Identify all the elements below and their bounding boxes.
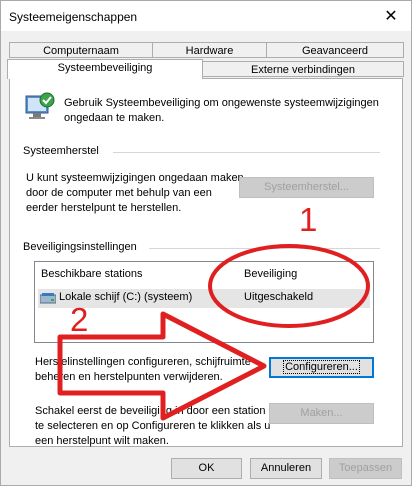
ok-button[interactable]: OK <box>171 458 242 479</box>
create-button[interactable]: Maken... <box>269 403 374 424</box>
intro-line-1: Gebruik Systeembeveiliging om ongewenste… <box>64 97 379 109</box>
tab-geavanceerd[interactable]: Geavanceerd <box>266 42 404 58</box>
configure-desc-1: Herstelinstellingen configureren, schijf… <box>35 356 251 368</box>
create-desc-3: een herstelpunt wilt maken. <box>35 435 169 447</box>
restore-divider <box>113 152 380 153</box>
system-properties-window: Systeemeigenschappen ✕ Computernaam Hard… <box>0 0 412 486</box>
hard-drive-icon <box>40 293 56 304</box>
annotation-number-1: 1 <box>299 201 318 238</box>
configure-desc-2: beheren en herstelpunten verwijderen. <box>35 371 223 383</box>
create-desc-2: te selecteren en op Configureren te klik… <box>35 420 271 432</box>
annotation-number-2: 2 <box>70 301 89 338</box>
cancel-button[interactable]: Annuleren <box>250 458 322 479</box>
tab-computernaam[interactable]: Computernaam <box>9 42 153 58</box>
restore-desc-2: door de computer met behulp van een <box>26 187 212 199</box>
column-header-stations[interactable]: Beschikbare stations <box>41 268 143 280</box>
configure-button-label: Configureren... <box>283 360 360 374</box>
tab-externe-verbindingen[interactable]: Externe verbindingen <box>202 61 404 77</box>
intro-line-2: ongedaan te maken. <box>64 112 165 124</box>
column-header-beveiliging[interactable]: Beveiliging <box>244 268 297 280</box>
tab-systeembeveiliging[interactable]: Systeembeveiliging <box>7 59 203 79</box>
close-icon[interactable]: ✕ <box>371 1 411 31</box>
restore-desc-1: U kunt systeemwijzigingen ongedaan maken <box>26 172 244 184</box>
window-title: Systeemeigenschappen <box>9 10 138 24</box>
apply-button[interactable]: Toepassen <box>329 458 402 479</box>
create-desc-1: Schakel eerst de beveiliging in door een… <box>35 405 266 417</box>
drive-status: Uitgeschakeld <box>244 291 314 303</box>
system-protection-icon <box>25 92 55 119</box>
title-bar[interactable]: Systeemeigenschappen ✕ <box>1 1 411 31</box>
restore-section-title: Systeemherstel <box>23 145 99 157</box>
system-restore-button[interactable]: Systeemherstel... <box>239 177 374 198</box>
protection-divider <box>149 248 380 249</box>
tab-hardware[interactable]: Hardware <box>152 42 267 58</box>
configure-button[interactable]: Configureren... <box>269 357 374 378</box>
restore-desc-3: eerder herstelpunt te herstellen. <box>26 202 182 214</box>
protection-section-title: Beveiligingsinstellingen <box>23 241 137 253</box>
